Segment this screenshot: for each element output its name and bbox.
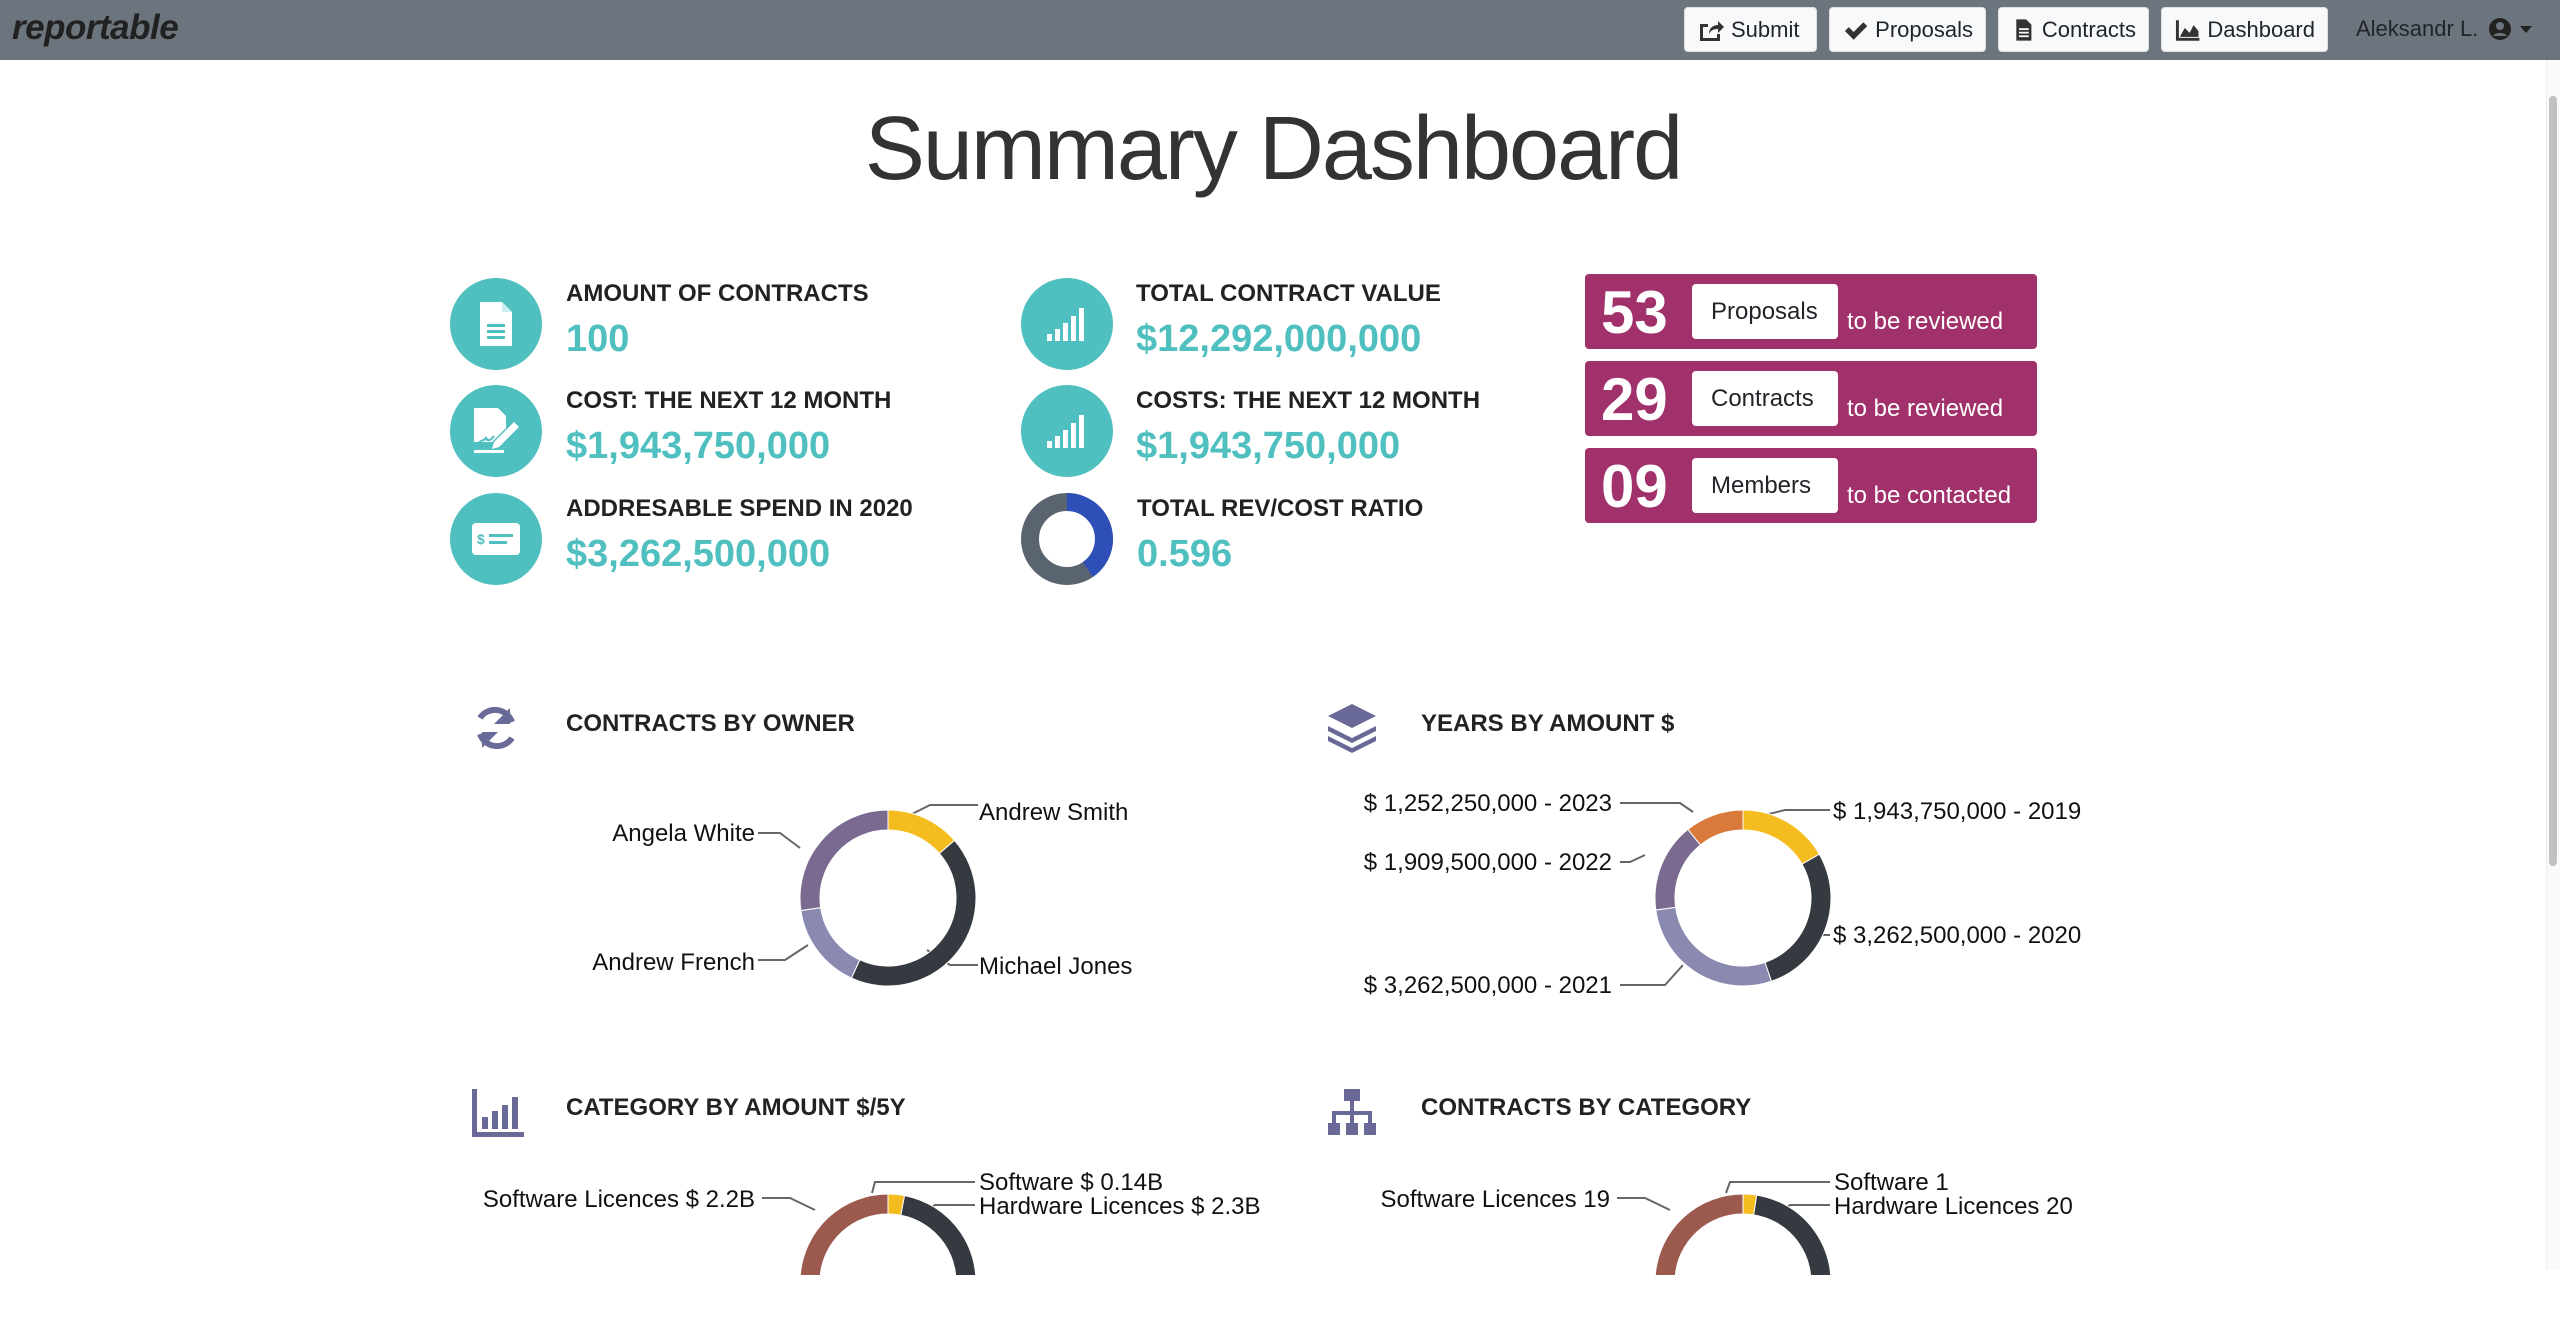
submit-button[interactable]: Submit (1684, 7, 1817, 52)
user-name: Aleksandr L. (2356, 16, 2479, 41)
section-title-category-amount: CATEGORY BY AMOUNT $/5Y (566, 1094, 906, 1121)
submit-label: Submit (1731, 16, 1800, 42)
label-software-licences-amount: Software Licences $ 2.2B (483, 1186, 755, 1213)
user-menu[interactable]: Aleksandr L. (2356, 16, 2534, 42)
stat-label-costs-12m: COSTS: THE NEXT 12 MONTH (1136, 387, 1481, 414)
section-title-years: YEARS BY AMOUNT $ (1421, 710, 1675, 737)
review-desc: to be reviewed (1847, 308, 2004, 335)
bar-chart-icon (472, 1089, 524, 1137)
signal-bars-icon (1047, 308, 1084, 341)
label-2019: $ 1,943,750,000 - 2019 (1833, 798, 2081, 825)
stat-label-addressable-spend: ADDRESABLE SPEND IN 2020 (566, 495, 913, 522)
stat-icon-cost (450, 385, 542, 477)
refresh-icon (477, 706, 515, 750)
section-title-owner: CONTRACTS BY OWNER (566, 710, 855, 737)
sitemap-icon (1328, 1089, 1376, 1135)
section-title-contracts-category: CONTRACTS BY CATEGORY (1421, 1094, 1752, 1121)
review-count: 53 (1601, 279, 1668, 346)
donut-slice-1-3[interactable] (1654, 828, 1702, 911)
stat-value-total-value: $12,292,000,000 (1136, 318, 1422, 360)
review-card-members[interactable]: 09 Members to be contacted (1585, 448, 2037, 523)
ratio-donut-icon (1021, 493, 1113, 585)
stat-label-cost-12m: COST: THE NEXT 12 MONTH (566, 387, 892, 414)
stat-value-amount-contracts: 100 (566, 318, 630, 360)
top-navbar: reportable Submit Proposals Contracts Da… (0, 0, 2560, 60)
share-icon (1700, 20, 1724, 41)
dashboard-label: Dashboard (2207, 16, 2315, 42)
label-hardware-amount: Hardware Licences $ 2.3B (979, 1193, 1260, 1220)
donut-slice-3-0[interactable] (1742, 1193, 1758, 1216)
viewport-fold (0, 1275, 2546, 1329)
review-badge-members[interactable]: Members (1692, 458, 1838, 513)
label-2023: $ 1,252,250,000 - 2023 (1364, 790, 1612, 817)
donut-slice-0-1[interactable] (850, 839, 977, 987)
review-card-contracts[interactable]: 29 Contracts to be reviewed (1585, 361, 2037, 436)
scrollbar-thumb[interactable] (2549, 96, 2557, 866)
label-software-count: Software 1 (1834, 1169, 1949, 1196)
donut-slice-1-4[interactable] (1687, 809, 1744, 846)
review-card-proposals[interactable]: 53 Proposals to be reviewed (1585, 274, 2037, 349)
contracts-category-labels: Software 1 Hardware Licences 20 Software… (1381, 1169, 2073, 1220)
page-title: Summary Dashboard (864, 99, 1683, 199)
contracts-button[interactable]: Contracts (1998, 7, 2149, 52)
label-software-amount: Software $ 0.14B (979, 1169, 1163, 1196)
review-badge-contracts[interactable]: Contracts (1692, 371, 1838, 426)
proposals-label: Proposals (1875, 16, 1973, 42)
review-desc: to be contacted (1847, 482, 2012, 509)
svg-text:$: $ (477, 531, 485, 547)
signal-bars-icon (1047, 415, 1084, 448)
donut-slice-1-0[interactable] (1742, 809, 1821, 865)
stat-label-rev-cost-ratio: TOTAL REV/COST RATIO (1137, 495, 1424, 522)
user-circle-icon (2489, 18, 2512, 40)
document-icon (480, 302, 512, 346)
stat-icon-contracts (450, 278, 542, 370)
file-icon (2016, 18, 2032, 41)
label-andrew-smith: Andrew Smith (979, 799, 1128, 826)
owner-chart-labels: Andrew Smith Michael Jones Andrew French… (592, 799, 1132, 980)
brand-logo[interactable]: reportable (12, 8, 179, 48)
stat-icon-costs (1021, 385, 1113, 477)
area-chart-icon (2175, 19, 2200, 41)
layers-icon (1328, 704, 1376, 753)
years-chart-labels: $ 1,943,750,000 - 2019 $ 3,262,500,000 -… (1364, 790, 2081, 999)
stat-value-costs-12m: $1,943,750,000 (1136, 425, 1401, 467)
label-software-licences-count: Software Licences 19 (1381, 1186, 1610, 1213)
signed-contract-icon (474, 408, 519, 453)
label-michael-jones: Michael Jones (979, 953, 1132, 980)
check-payment-icon: $ (472, 523, 520, 555)
stat-label-total-value: TOTAL CONTRACT VALUE (1136, 280, 1441, 307)
donut-slice-2-0[interactable] (887, 1193, 906, 1216)
category-amount-labels: Software $ 0.14B Hardware Licences $ 2.3… (483, 1169, 1261, 1220)
stat-value-cost-12m: $1,943,750,000 (566, 425, 831, 467)
review-count: 29 (1601, 366, 1668, 433)
label-andrew-french: Andrew French (592, 949, 755, 976)
review-count: 09 (1601, 453, 1668, 520)
label-2022: $ 1,909,500,000 - 2022 (1364, 849, 1612, 876)
donut-slice-0-0[interactable] (887, 809, 956, 855)
label-2021: $ 3,262,500,000 - 2021 (1364, 972, 1612, 999)
proposals-button[interactable]: Proposals (1829, 7, 1986, 52)
donut-slice-0-3[interactable] (799, 809, 889, 912)
stat-icon-total-value (1021, 278, 1113, 370)
stat-value-rev-cost-ratio: 0.596 (1137, 533, 1233, 575)
dashboard-button[interactable]: Dashboard (2161, 7, 2328, 52)
review-desc: to be reviewed (1847, 395, 2004, 422)
stat-icon-spend: $ (450, 493, 542, 585)
stat-value-addressable-spend: $3,262,500,000 (566, 533, 831, 575)
donut-slice-0-2[interactable] (800, 907, 861, 979)
caret-down-icon (2520, 26, 2533, 33)
check-icon (1844, 21, 1868, 40)
donut-slice-1-2[interactable] (1655, 906, 1773, 987)
donut-slice-1-1[interactable] (1764, 853, 1832, 982)
label-angela-white: Angela White (612, 820, 755, 847)
label-hardware-count: Hardware Licences 20 (1834, 1193, 2073, 1220)
stat-label-amount-contracts: AMOUNT OF CONTRACTS (566, 280, 869, 307)
label-2020: $ 3,262,500,000 - 2020 (1833, 922, 2081, 949)
review-badge-proposals[interactable]: Proposals (1692, 284, 1838, 339)
contracts-label: Contracts (2041, 16, 2136, 42)
